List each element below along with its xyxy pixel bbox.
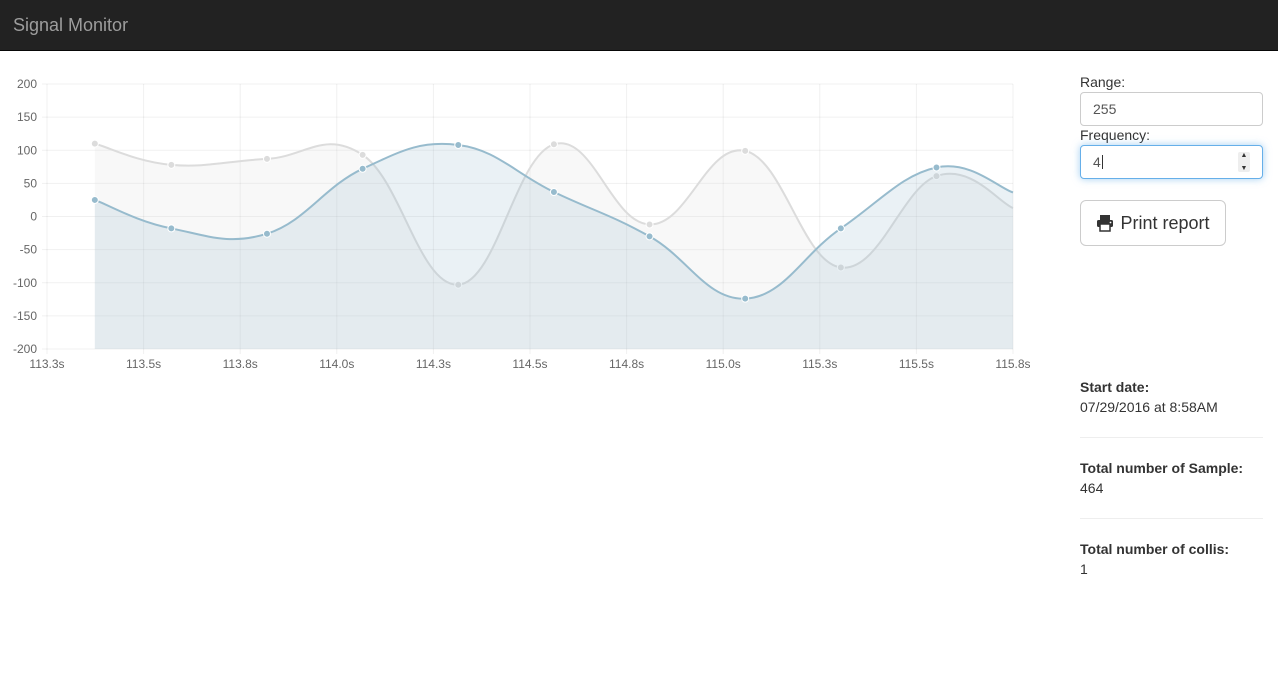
y-tick-label: 0 [30,210,37,224]
chart-svg: 200 150 100 50 0 -50 -100 -150 -200113.3s 113.5s 1… [13,77,1031,371]
data-point [645,232,654,241]
data-point [454,140,463,149]
data-point [167,160,176,169]
stepper-down-icon[interactable]: ▼ [1241,165,1248,172]
data-point [262,229,271,238]
signal-chart: 200 150 100 50 0 -50 -100 -150 -200 113.3s 113.5s 1… [0,70,1031,380]
y-tick-label: -150 [13,309,37,323]
data-point [90,139,99,148]
x-tick-label: 113.5s [126,357,161,371]
data-point [932,163,941,172]
collis-label: Total number of collis: [1080,541,1230,557]
print-report-button[interactable]: Print report [1080,200,1226,246]
x-tick-label: 113.8s [223,357,258,371]
frequency-value: 4 [1093,154,1101,170]
data-point [549,187,558,196]
x-tick-label: 114.5s [512,357,547,371]
frequency-stepper[interactable]: ▲ ▼ [1238,152,1250,172]
start-date-value: 07/29/2016 at 8:58AM [1080,399,1218,415]
y-tick-label: 100 [17,143,37,157]
stepper-up-icon[interactable]: ▲ [1241,152,1248,159]
range-value: 255 [1093,101,1117,117]
print-report-label: Print report [1120,212,1210,233]
x-tick-label: 115.0s [706,357,741,371]
controls-panel: Range: 255 Frequency: 4 ▲ ▼ Print report [1080,74,1264,246]
data-point [262,154,271,163]
text-caret [1101,155,1103,169]
collis-block: Total number of collis: 1 [1080,539,1263,579]
y-tick-label: 150 [17,110,37,124]
start-date-label: Start date: [1080,379,1150,395]
data-point [741,146,750,155]
data-point [358,150,367,159]
frequency-label: Frequency: [1080,127,1151,143]
divider [1080,437,1263,438]
range-input[interactable]: 255 [1080,92,1263,126]
samples-block: Total number of Sample: 464 [1080,458,1263,498]
x-tick-label: 115.5s [899,357,934,371]
x-tick-label: 115.3s [802,357,837,371]
collis-value: 1 [1080,561,1088,577]
samples-label: Total number of Sample: [1080,460,1244,476]
y-tick-label: 200 [17,77,37,91]
data-point [90,195,99,204]
start-date-block: Start date: 07/29/2016 at 8:58AM [1080,377,1263,417]
x-tick-label: 115.8s [995,357,1030,371]
divider [1080,518,1263,519]
data-point [741,294,750,303]
samples-value: 464 [1080,480,1104,496]
x-tick-label: 114.3s [416,357,451,371]
x-tick-label: 113.3s [29,357,64,371]
x-tick-label: 114.8s [609,357,644,371]
data-point [358,164,367,173]
frequency-input[interactable]: 4 ▲ ▼ [1080,145,1263,179]
y-tick-label: -50 [20,243,38,257]
y-tick-label: -100 [13,276,37,290]
data-point [836,224,845,233]
y-tick-label: -200 [13,342,37,356]
y-tick-label: 50 [24,176,38,190]
data-point [549,140,558,149]
range-label: Range: [1080,74,1126,90]
printer-icon [1097,215,1114,232]
data-point [167,224,176,233]
data-point [645,220,654,229]
x-tick-label: 114.0s [319,357,354,371]
app-title[interactable]: Signal Monitor [13,15,128,36]
navbar: Signal Monitor [0,0,1278,51]
